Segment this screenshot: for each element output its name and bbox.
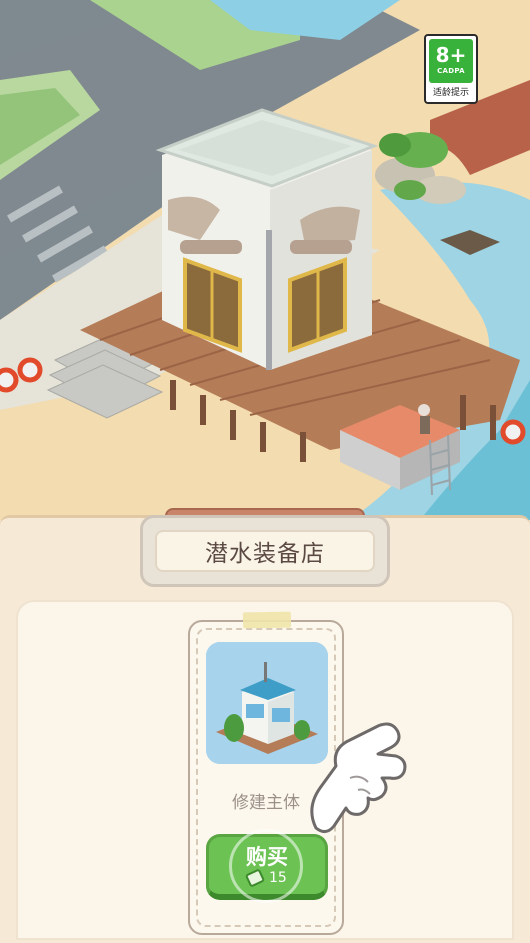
age-rating-tip: 适龄提示 [432, 88, 469, 98]
coupon-icon [244, 868, 266, 888]
buy-button[interactable]: 购买 15 [206, 829, 328, 903]
shop-title-plate: 潜水装备店 [155, 530, 375, 572]
age-rating-number: 8+ [435, 43, 467, 67]
price-row: 15 [244, 868, 287, 888]
price-value: 15 [269, 870, 287, 886]
age-rating-box: 8+ CADPA [429, 39, 473, 83]
age-rating-badge: 8+ CADPA 适龄提示 [424, 34, 478, 104]
age-rating-org: CADPA [437, 67, 465, 75]
tutorial-pointer-hand-icon [310, 722, 407, 833]
buy-button-label: 购买 [246, 845, 288, 869]
shop-title-frame: 潜水装备店 [140, 515, 390, 587]
card-tape [242, 611, 292, 629]
shop-title: 潜水装备店 [205, 541, 325, 567]
